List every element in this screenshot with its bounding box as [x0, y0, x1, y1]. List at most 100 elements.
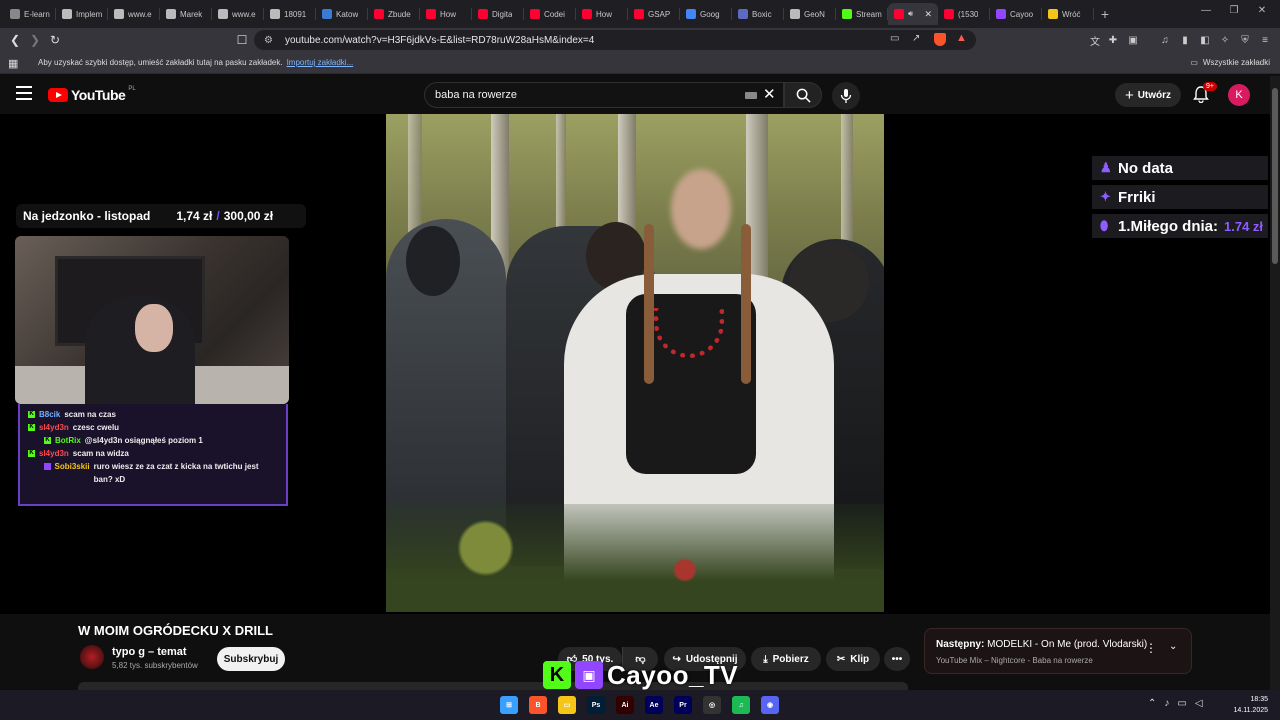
browser-tab[interactable]: Goog	[680, 3, 732, 25]
close-window-button[interactable]: ✕	[1252, 5, 1272, 16]
reload-icon[interactable]: ↻	[45, 30, 65, 50]
video-frame[interactable]	[386, 114, 884, 612]
brave-shields-icon[interactable]	[934, 33, 946, 46]
vpn-shield-icon[interactable]: ⛨	[1236, 31, 1254, 49]
wallet-icon[interactable]: ◧	[1196, 31, 1214, 49]
vertical-dots-icon[interactable]: ⋮	[1145, 641, 1157, 655]
channel-name[interactable]: typo g – temat	[112, 646, 187, 658]
alert-label: Frriki	[1118, 188, 1156, 206]
address-bar[interactable]: ⚙ youtube.com/watch?v=H3F6jdkVs-E&list=R…	[254, 30, 976, 50]
search-button[interactable]	[784, 82, 822, 108]
all-bookmarks-button[interactable]: ▭ Wszystkie zakładki	[1190, 58, 1270, 67]
discord-icon[interactable]: ◉	[761, 696, 779, 714]
create-button[interactable]: + Utwórz	[1115, 83, 1181, 107]
browser-tab[interactable]: Digita	[472, 3, 524, 25]
obs-icon[interactable]: ◎	[703, 696, 721, 714]
browser-tab[interactable]: Implem	[56, 3, 108, 25]
browser-tab[interactable]: Stream	[836, 3, 888, 25]
tab-audio-icon[interactable]: 🔊︎	[908, 9, 913, 19]
browser-tab[interactable]: (1530	[938, 3, 990, 25]
tab-close-icon[interactable]: ✕	[924, 9, 932, 20]
up-next-card[interactable]: Następny: MODELKI - On Me (prod. Vlodars…	[924, 628, 1192, 674]
forward-icon[interactable]: ❯	[25, 30, 45, 50]
guide-menu-icon[interactable]	[16, 86, 32, 100]
browser-tab[interactable]: www.e	[212, 3, 264, 25]
browser-tab[interactable]: E-learni	[4, 3, 56, 25]
photoshop-icon[interactable]: Ps	[587, 696, 605, 714]
screen-cast-icon[interactable]: ▭	[890, 33, 899, 44]
browser-tab[interactable]: www.e	[108, 3, 160, 25]
download-button[interactable]: ⤓ Pobierz	[751, 647, 821, 671]
minimize-button[interactable]: —	[1196, 5, 1216, 16]
site-settings-icon[interactable]: ⚙	[264, 35, 273, 46]
clip-button[interactable]: ✂ Klip	[826, 647, 880, 671]
more-actions-button[interactable]: •••	[884, 647, 910, 671]
browser-tab[interactable]: Zbude	[368, 3, 420, 25]
illustrator-icon[interactable]: Ai	[616, 696, 634, 714]
channel-avatar[interactable]	[80, 645, 104, 669]
tab-favicon-icon	[1048, 9, 1058, 19]
tab-title: Goog	[700, 9, 720, 19]
page-scrollbar[interactable]	[1270, 76, 1280, 690]
windows-start-icon[interactable]: ⊞	[500, 696, 518, 714]
tab-favicon-icon	[738, 9, 748, 19]
display-tray-icon[interactable]: ▭	[1177, 698, 1186, 709]
browser-tab[interactable]: Marek	[160, 3, 212, 25]
video-player[interactable]: Na jedzonko - listopad 1,74 zł / 300,00 …	[0, 114, 1270, 614]
taskbar-clock[interactable]: 18:35 14.11.2025	[1226, 694, 1268, 716]
leo-ai-icon[interactable]: ✧	[1216, 31, 1234, 49]
tab-favicon-icon	[944, 9, 954, 19]
browser-tab[interactable]: GeoN	[784, 3, 836, 25]
browser-tab[interactable]: Katow	[316, 3, 368, 25]
after-effects-icon[interactable]: Ae	[645, 696, 663, 714]
media-control-icon[interactable]: ♫	[1156, 31, 1174, 49]
account-avatar[interactable]: K	[1228, 84, 1250, 106]
import-bookmarks-link[interactable]: Importuj zakładki...	[287, 58, 354, 67]
premiere-icon[interactable]: Pr	[674, 696, 692, 714]
brave-rewards-icon[interactable]: ▲	[956, 32, 967, 44]
browser-tab[interactable]: 🔊︎ ✕	[888, 3, 938, 25]
file-explorer-icon[interactable]: ▭	[558, 696, 576, 714]
alert-icon: ✦	[1100, 189, 1111, 204]
search-input[interactable]: baba na rowerze	[424, 82, 784, 108]
browser-tab[interactable]: Codei	[524, 3, 576, 25]
volume-icon[interactable]: ◁	[1195, 698, 1203, 709]
alert-icon: ⬮	[1100, 218, 1109, 233]
subscriber-count: 5,82 tys. subskrybentów	[112, 661, 198, 670]
back-icon[interactable]: ❮	[5, 30, 25, 50]
browser-tab[interactable]: How	[420, 3, 472, 25]
browser-tab[interactable]: GSAP	[628, 3, 680, 25]
voice-search-button[interactable]	[832, 82, 860, 110]
notifications-button[interactable]: 9+	[1193, 82, 1217, 104]
extensions-puzzle-icon[interactable]: ✚	[1104, 31, 1122, 49]
browser-tab[interactable]: Wróć	[1042, 3, 1094, 25]
clear-search-icon[interactable]: ✕	[763, 85, 776, 103]
brave-browser-icon[interactable]: B	[529, 696, 547, 714]
keyboard-icon[interactable]	[745, 92, 757, 99]
menu-icon[interactable]: ≡	[1256, 31, 1274, 49]
chevron-down-icon[interactable]: ⌄	[1169, 641, 1177, 652]
youtube-logo[interactable]: YouTube PL	[48, 86, 136, 103]
all-bookmarks-label: Wszystkie zakładki	[1202, 58, 1270, 67]
screenshot-extension-icon[interactable]: ▣	[1124, 31, 1142, 49]
tab-favicon-icon	[996, 9, 1006, 19]
microphone-tray-icon[interactable]: ♪	[1164, 698, 1169, 709]
spotify-icon[interactable]: ♫	[732, 696, 750, 714]
browser-tab[interactable]: Boxic	[732, 3, 784, 25]
share-icon[interactable]: ↗	[912, 33, 920, 44]
subscribe-button[interactable]: Subskrybuj	[217, 647, 285, 671]
new-tab-button[interactable]: +	[1094, 6, 1116, 22]
chat-username: B8cik	[39, 410, 61, 419]
scrollbar-thumb[interactable]	[1272, 88, 1278, 264]
bookmark-icon[interactable]: ☐	[232, 30, 252, 50]
tray-overflow-icon[interactable]: ⌃	[1148, 698, 1156, 709]
sidebar-icon[interactable]: ▮	[1176, 31, 1194, 49]
browser-tab[interactable]: 18091	[264, 3, 316, 25]
browser-tab[interactable]: Cayoo	[990, 3, 1042, 25]
translate-extension-icon[interactable]: 文	[1086, 31, 1104, 49]
url-text: youtube.com/watch?v=H3F6jdkVs-E&list=RD7…	[284, 34, 595, 46]
apps-grid-icon[interactable]: ▦	[8, 57, 18, 70]
maximize-button[interactable]: ❐	[1224, 5, 1244, 16]
tab-title: E-learni	[24, 9, 50, 19]
browser-tab[interactable]: How	[576, 3, 628, 25]
